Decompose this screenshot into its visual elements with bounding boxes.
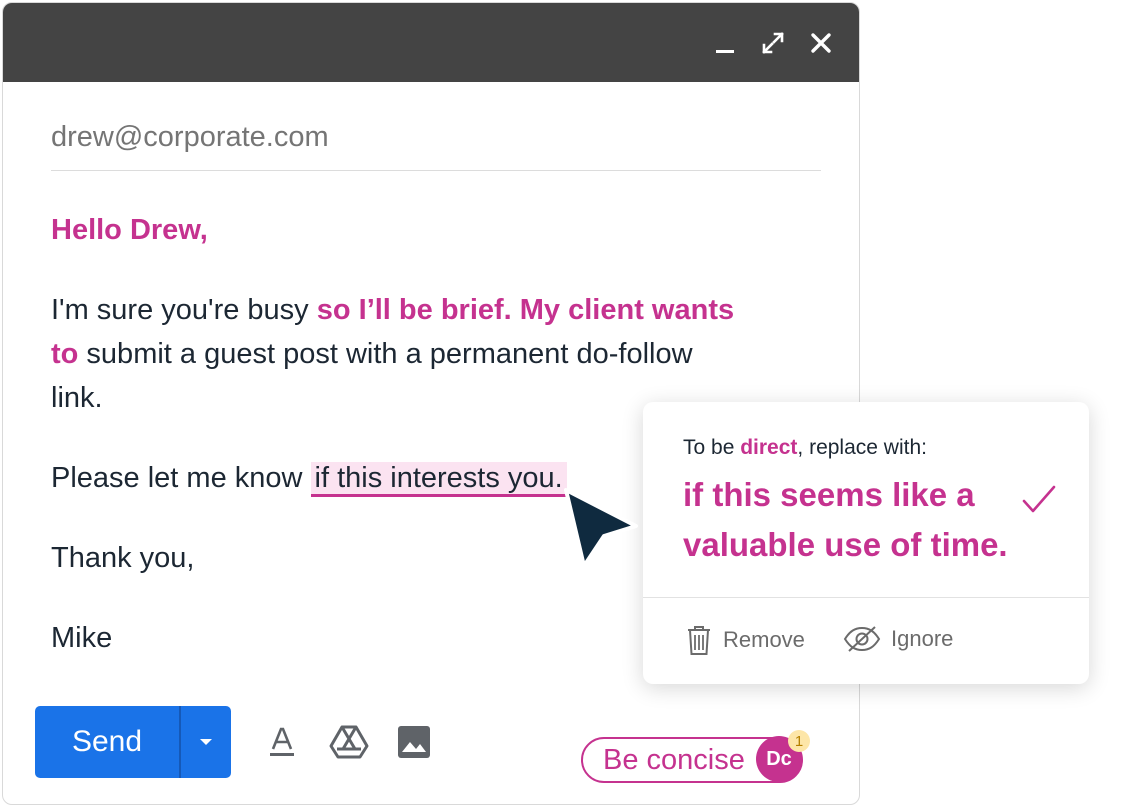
eye-off-icon bbox=[843, 626, 881, 652]
paragraph-1-end: submit a guest post with a permanent do-… bbox=[51, 338, 693, 414]
check-icon[interactable] bbox=[1019, 480, 1059, 520]
send-button[interactable]: Send bbox=[35, 706, 181, 778]
flagged-phrase[interactable]: if this interests you. bbox=[310, 462, 567, 497]
expand-button[interactable] bbox=[757, 27, 789, 59]
ignore-button[interactable]: Ignore bbox=[843, 624, 953, 654]
notification-badge: 1 bbox=[788, 730, 810, 752]
suggestion-hint: To be direct, replace with: bbox=[683, 436, 927, 460]
remove-button[interactable]: Remove bbox=[685, 624, 805, 656]
trash-icon bbox=[688, 626, 710, 655]
paragraph-1: I'm sure you're busy so I’ll be brief. M… bbox=[51, 288, 751, 420]
formatting-button[interactable] bbox=[261, 721, 303, 763]
hint-keyword: direct bbox=[740, 436, 798, 459]
minimize-icon bbox=[716, 50, 734, 53]
card-divider bbox=[643, 597, 1089, 598]
drive-button[interactable] bbox=[328, 721, 370, 763]
greeting: Hello Drew, bbox=[51, 214, 208, 246]
stage: drew@corporate.com Hello Drew, I'm sure … bbox=[0, 0, 1130, 808]
minimize-button[interactable] bbox=[709, 27, 741, 59]
mouse-cursor-icon bbox=[564, 488, 638, 568]
insert-photo-button[interactable] bbox=[393, 721, 435, 763]
expand-icon bbox=[762, 32, 784, 54]
be-concise-label: Be concise bbox=[603, 744, 745, 776]
close-button[interactable] bbox=[805, 27, 837, 59]
send-options-button[interactable] bbox=[181, 706, 231, 778]
hint-suffix: , replace with: bbox=[797, 436, 927, 459]
recipient-field[interactable]: drew@corporate.com bbox=[51, 115, 821, 171]
paragraph-2-start: Please let me know bbox=[51, 462, 311, 494]
drive-icon bbox=[329, 725, 369, 759]
ignore-label: Ignore bbox=[891, 626, 954, 651]
title-bar bbox=[3, 3, 859, 82]
remove-label: Remove bbox=[723, 627, 805, 652]
caret-down-icon bbox=[200, 739, 212, 745]
text-format-icon bbox=[270, 727, 294, 756]
send-button-group: Send bbox=[35, 706, 231, 778]
hint-prefix: To be bbox=[683, 436, 741, 459]
paragraph-1-start: I'm sure you're busy bbox=[51, 294, 317, 326]
replacement-text[interactable]: if this seems like a valuable use of tim… bbox=[683, 470, 1023, 570]
image-icon bbox=[398, 726, 430, 758]
suggestion-card: To be direct, replace with: if this seem… bbox=[643, 402, 1089, 684]
close-icon bbox=[811, 33, 831, 53]
